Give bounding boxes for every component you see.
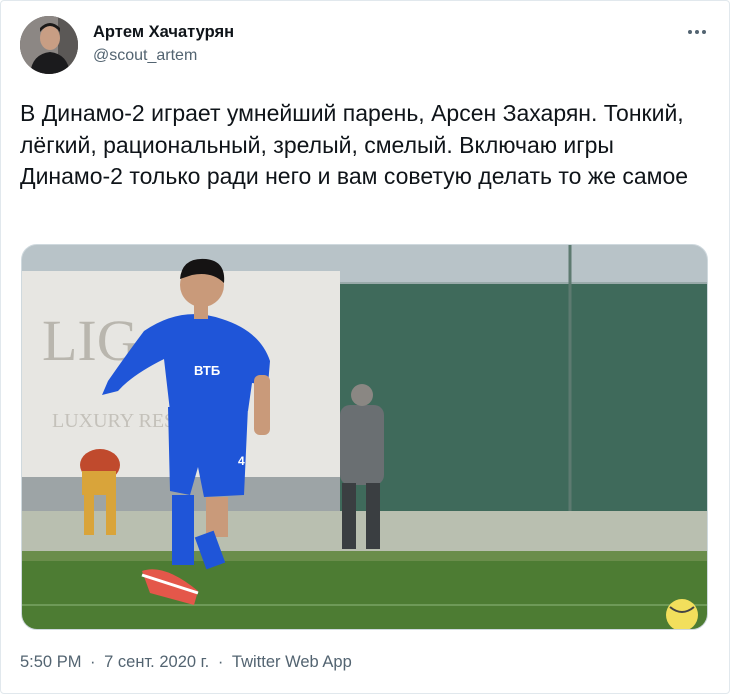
avatar[interactable] — [20, 16, 78, 74]
author-name[interactable]: Артем Хачатурян — [93, 23, 234, 42]
shirt-number: 4 — [238, 454, 245, 468]
tweet-date[interactable]: 7 сент. 2020 г. — [104, 653, 209, 671]
tweet-card: Артем Хачатурян @scout_artem В Динамо-2 … — [0, 0, 730, 694]
meta-separator: · — [90, 653, 96, 671]
author-handle[interactable]: @scout_artem — [93, 47, 197, 65]
meta-separator: · — [217, 653, 224, 671]
more-horizontal-icon[interactable] — [682, 19, 712, 45]
tweet-source[interactable]: Twitter Web App — [232, 653, 352, 671]
tweet-meta: 5:50 PM · 7 сент. 2020 г. · Twitter Web … — [20, 653, 352, 672]
tweet-text: В Динамо-2 играет умнейший парень, Арсен… — [20, 100, 689, 189]
kit-sponsor: ВТБ — [194, 363, 220, 378]
tweet-photo[interactable]: LIG A LUXURY RESORT ВТБ 4 — [21, 244, 708, 630]
tweet-time[interactable]: 5:50 PM — [20, 653, 81, 671]
